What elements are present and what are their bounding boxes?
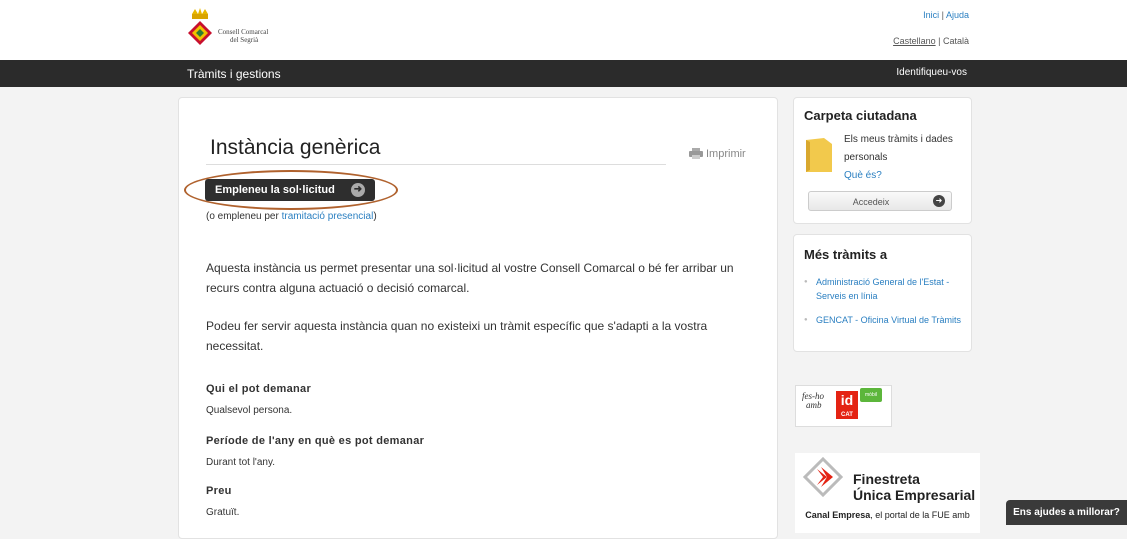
arrow-right-icon: ➜ xyxy=(933,195,945,207)
gencat-office-link[interactable]: GENCAT - Oficina Virtual de Tràmits xyxy=(816,315,961,325)
alt-prefix: (o empleneu per xyxy=(206,211,282,222)
fue-title-line2: Única Empresarial xyxy=(853,487,976,503)
section-heading-period: Període de l'any en què es pot demanar xyxy=(206,435,425,447)
alt-suffix: ) xyxy=(373,211,377,222)
inici-link[interactable]: Inici xyxy=(923,10,939,20)
idcat-amb-text: amb xyxy=(806,400,822,410)
more-procedures-box: Més tràmits a Administració General de l… xyxy=(793,234,972,352)
print-button[interactable]: Imprimir xyxy=(689,148,746,160)
idcat-mobile-banner[interactable]: fes-ho amb id CAT mòbil xyxy=(795,385,892,427)
fue-bold-text: Canal Empresa xyxy=(805,510,871,520)
idcat-id-text: id xyxy=(840,392,854,408)
logo-text-line1: Consell Comarcal xyxy=(218,28,269,36)
lang-castellano-link[interactable]: Castellano xyxy=(893,36,936,46)
nav-title[interactable]: Tràmits i gestions xyxy=(187,67,281,81)
printer-icon xyxy=(689,148,703,159)
section-heading-who: Qui el pot demanar xyxy=(206,383,312,395)
lang-catala-current: Català xyxy=(942,36,969,46)
citizen-folder-title: Carpeta ciutadana xyxy=(804,108,917,123)
citizen-folder-box: Carpeta ciutadana Els meus tràmits i dad… xyxy=(793,97,972,224)
fue-banner[interactable]: Finestreta Única Empresarial Canal Empre… xyxy=(795,453,980,533)
top-links: Inici | Ajuda xyxy=(923,10,969,20)
citizen-folder-desc: Els meus tràmits i dades personals xyxy=(844,134,953,163)
print-label: Imprimir xyxy=(706,148,746,160)
feedback-button[interactable]: Ens ajudes a millorar? xyxy=(1006,500,1127,525)
crown-icon xyxy=(192,8,208,19)
folder-icon xyxy=(806,138,832,172)
separator: | xyxy=(941,10,944,20)
mobile-badge: mòbil xyxy=(860,388,882,402)
description-paragraph-2: Podeu fer servir aquesta instància quan … xyxy=(206,319,708,353)
in-person-link[interactable]: tramitació presencial xyxy=(282,211,374,222)
logo-text-line2: del Segrià xyxy=(230,36,259,44)
idcat-cat-text: CAT xyxy=(841,412,853,418)
idcat-logo: id CAT xyxy=(836,391,858,419)
consell-logo[interactable]: Consell Comarcal del Segrià xyxy=(185,8,305,54)
ajuda-link[interactable]: Ajuda xyxy=(946,10,969,20)
list-item: GENCAT - Oficina Virtual de Tràmits xyxy=(804,313,964,327)
fill-request-button[interactable]: Empleneu la sol·licitud ➜ xyxy=(205,179,375,201)
login-link[interactable]: Identifiqueu-vos xyxy=(896,67,967,78)
section-heading-price: Preu xyxy=(206,485,232,497)
fue-logo-icon xyxy=(803,457,843,497)
description-paragraph-1: Aquesta instància us permet presentar un… xyxy=(206,261,734,295)
separator: | xyxy=(938,36,941,46)
coat-of-arms-icon xyxy=(188,21,212,45)
section-value-who: Qualsevol persona. xyxy=(206,405,293,416)
alternative-option: (o empleneu per tramitació presencial) xyxy=(206,211,377,222)
fill-request-label: Empleneu la sol·licitud xyxy=(215,184,335,196)
access-label: Accedeix xyxy=(852,197,890,207)
main-navbar: Tràmits i gestions Identifiqueu-vos xyxy=(0,60,1127,87)
language-switch: Castellano | Català xyxy=(893,36,969,46)
age-services-link[interactable]: Administració General de l'Estat - Serve… xyxy=(816,277,949,301)
list-item: Administració General de l'Estat - Serve… xyxy=(804,275,964,303)
more-procedures-title: Més tràmits a xyxy=(804,247,888,262)
more-procedures-list: Administració General de l'Estat - Serve… xyxy=(804,275,964,337)
page-title: Instància genèrica xyxy=(210,136,381,159)
main-content-panel: Instància genèrica Imprimir Empleneu la … xyxy=(178,97,778,539)
what-is-link[interactable]: Què és? xyxy=(844,170,882,181)
access-button[interactable]: Accedeix ➜ xyxy=(808,191,952,211)
title-divider xyxy=(206,164,666,165)
top-header: Consell Comarcal del Segrià Inici | Ajud… xyxy=(0,0,1127,60)
fue-rest-text: , el portal de la FUE amb xyxy=(870,510,970,520)
section-value-period: Durant tot l'any. xyxy=(206,457,275,468)
section-value-price: Gratuït. xyxy=(206,507,240,518)
fue-title-line1: Finestreta xyxy=(853,471,920,487)
arrow-right-icon: ➜ xyxy=(351,183,365,197)
